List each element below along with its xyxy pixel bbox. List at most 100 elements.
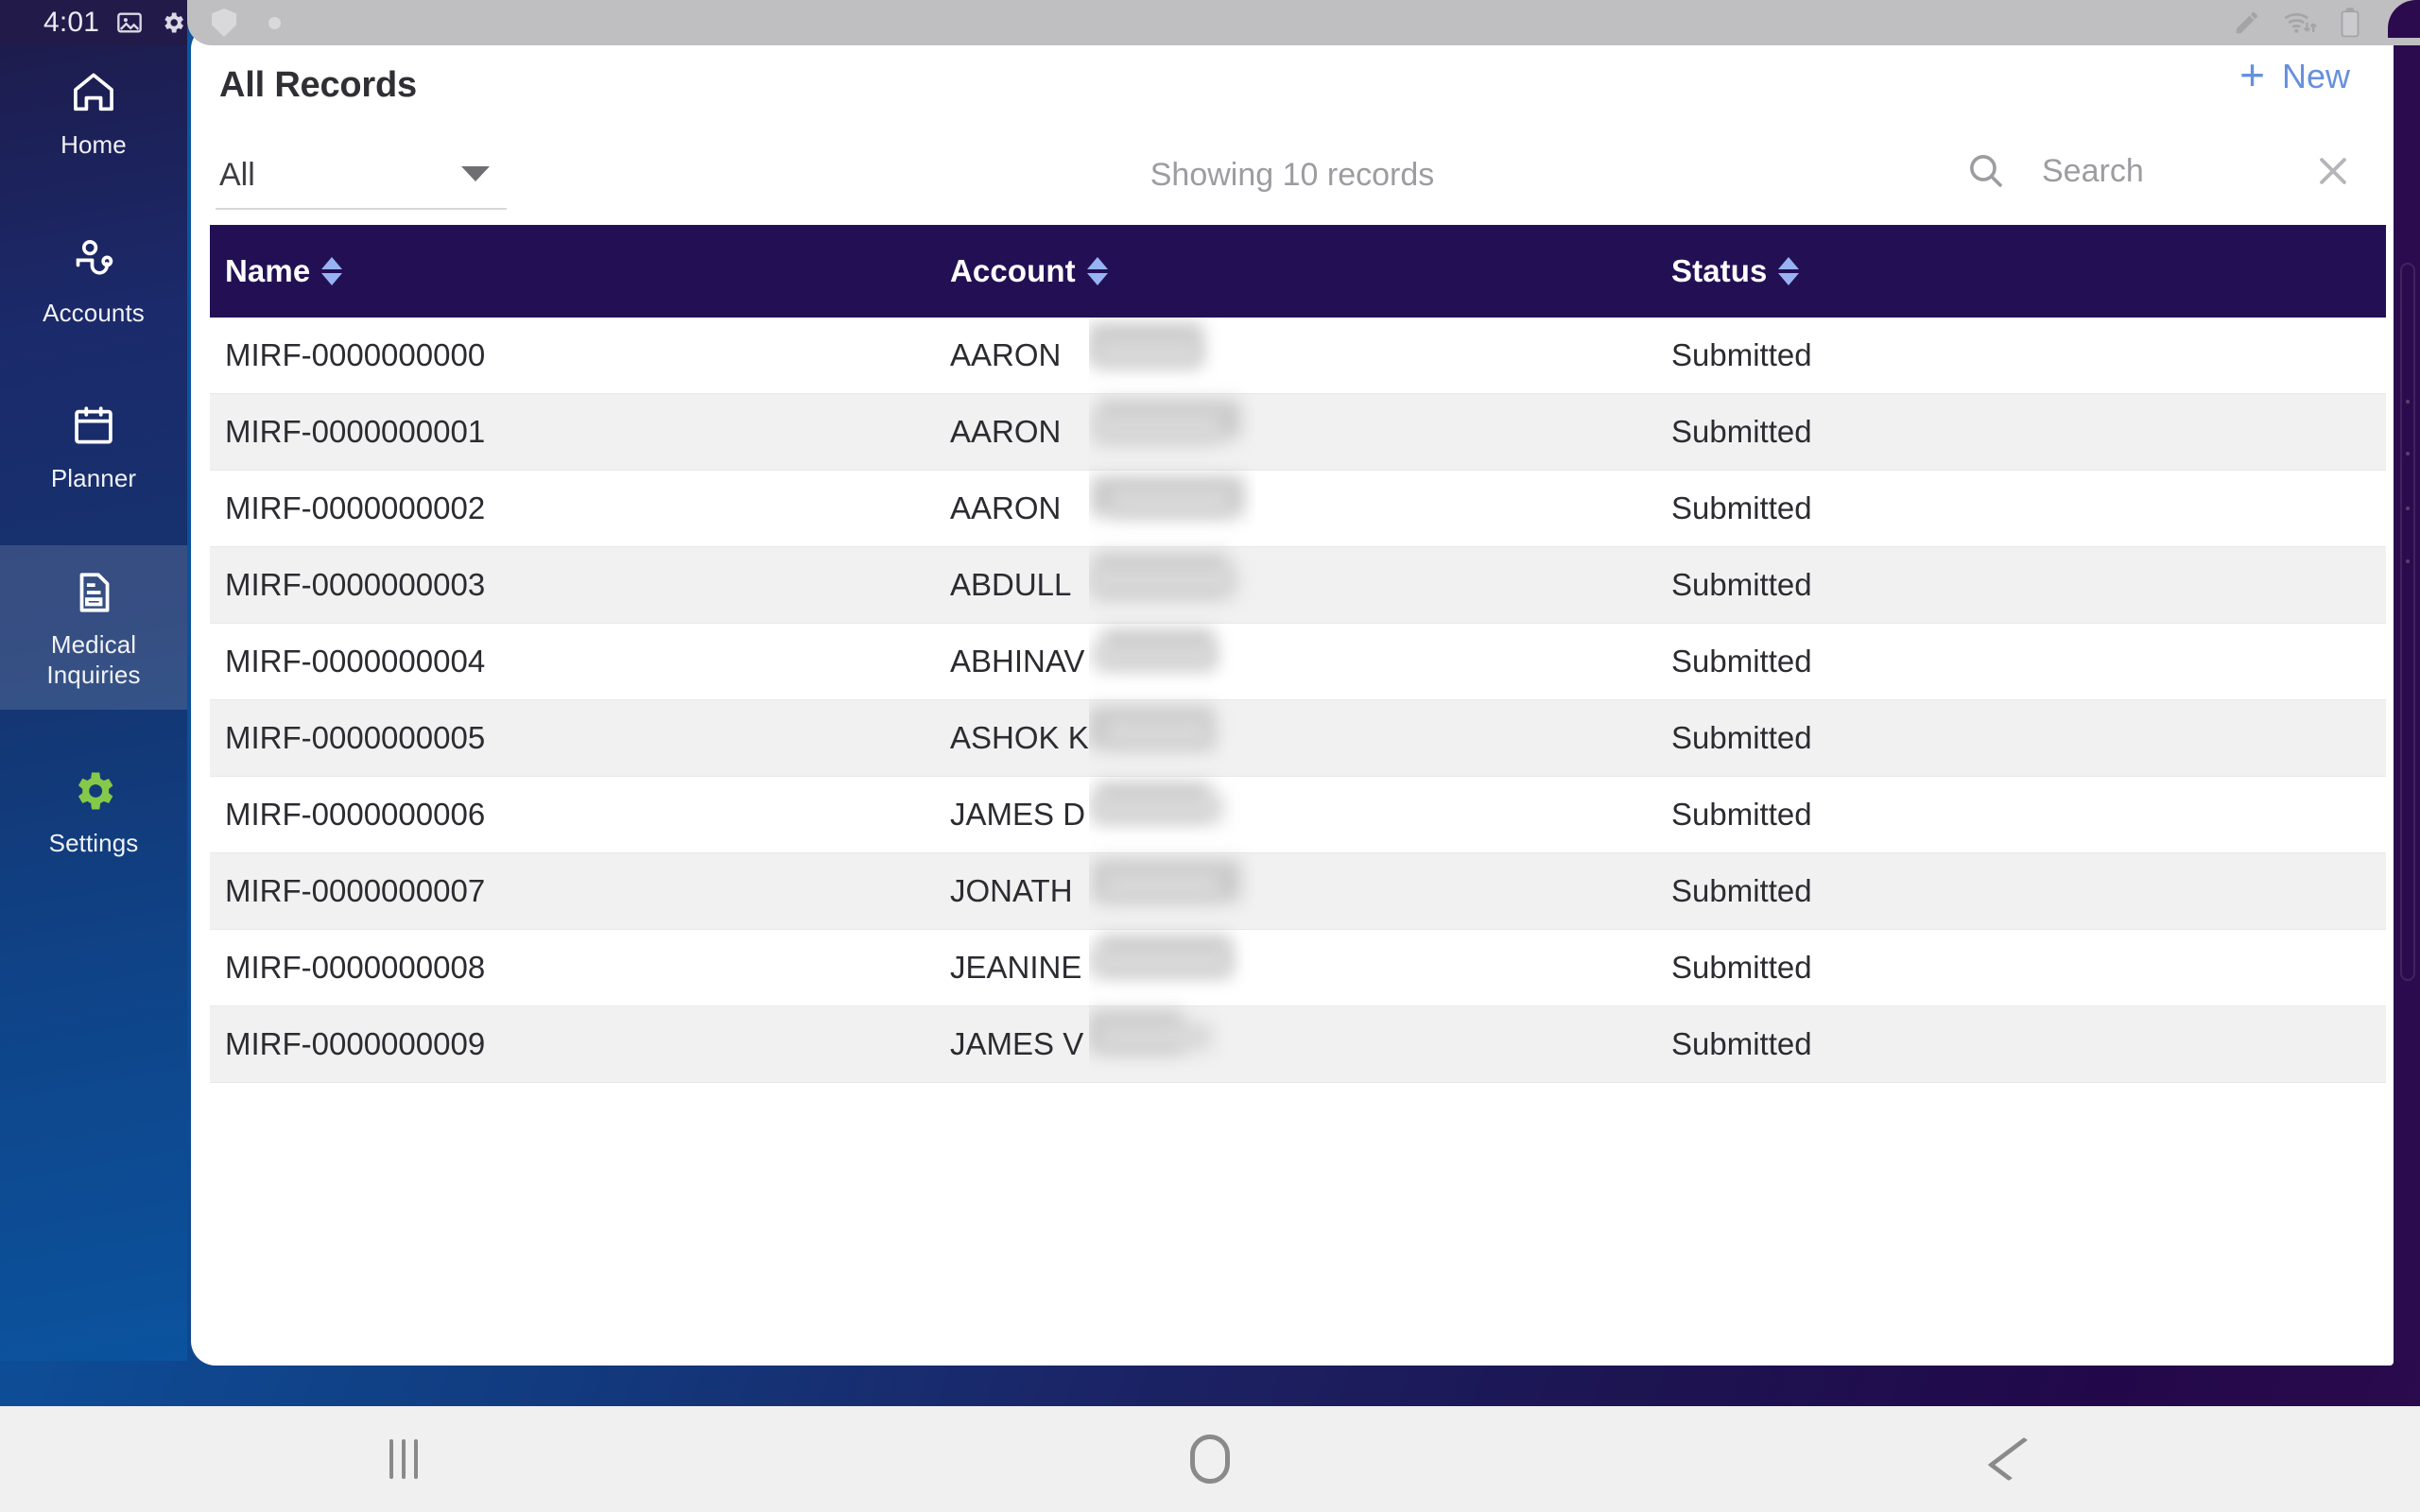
plus-icon: +: [2239, 50, 2265, 99]
toolbar: All Showing 10 records: [191, 136, 2394, 215]
home-icon: [1189, 1435, 1230, 1484]
cell-name: MIRF-0000000009: [225, 1026, 486, 1061]
back-icon: [1987, 1436, 2046, 1482]
search-input[interactable]: [2042, 152, 2278, 190]
cell-name: MIRF-0000000004: [225, 644, 486, 679]
sidebar-item-label-medical-inquiries: Medical Inquiries: [46, 630, 141, 689]
cell-status: Submitted: [1671, 1026, 1812, 1061]
records-card: All Records + New All Showing 10 records: [191, 25, 2394, 1366]
sidebar-item-planner[interactable]: Planner: [0, 379, 187, 513]
cell-account: JAMES D: [950, 797, 1086, 832]
cell-status: Submitted: [1671, 720, 1812, 755]
doctor-icon: [67, 234, 120, 287]
table-header-row: Name Account Status: [210, 225, 2386, 318]
cell-status: Submitted: [1671, 644, 1812, 679]
device-screen: 4:01 Home Accounts Planner Medical Inqui…: [0, 0, 2420, 1512]
cell-account: AARON: [950, 414, 1062, 449]
sidebar: Home Accounts Planner Medical Inquiries …: [0, 45, 187, 1361]
table-row[interactable]: MIRF-0000000007 JONATH Submitted: [210, 853, 2386, 930]
rail-dot-icon: [2406, 400, 2410, 404]
column-header-name-label: Name: [225, 253, 311, 288]
table-row[interactable]: MIRF-0000000008 JEANINE Submitted: [210, 930, 2386, 1006]
pencil-icon: [2233, 9, 2261, 37]
system-navigation-bar: [0, 1406, 2420, 1512]
cell-name: MIRF-0000000002: [225, 490, 486, 525]
cell-status: Submitted: [1671, 873, 1812, 908]
rail-dot-icon: [2406, 559, 2410, 563]
cell-name: MIRF-0000000005: [225, 720, 486, 755]
table-row[interactable]: MIRF-0000000000 AARON Submitted: [210, 318, 2386, 394]
cell-status: Submitted: [1671, 797, 1812, 832]
recents-icon: [389, 1439, 418, 1479]
scrollbar-track[interactable]: [2400, 263, 2415, 981]
status-bar-notch: [187, 0, 2420, 45]
table-row[interactable]: MIRF-0000000002 AARON Submitted: [210, 471, 2386, 547]
new-record-button[interactable]: + New: [2239, 53, 2350, 96]
sort-icon: [321, 257, 343, 285]
card-header: All Records + New: [191, 45, 2394, 125]
battery-icon: [2339, 7, 2361, 39]
new-record-label: New: [2281, 57, 2350, 95]
filter-select[interactable]: All: [216, 142, 507, 210]
table-row[interactable]: MIRF-0000000009 JAMES V Submitted: [210, 1006, 2386, 1083]
column-header-account[interactable]: Account: [950, 253, 1108, 289]
filter-select-value: All: [219, 156, 255, 193]
status-bar: 4:01: [0, 0, 2420, 45]
column-header-status[interactable]: Status: [1671, 253, 1800, 289]
table-row[interactable]: MIRF-0000000006 JAMES D Submitted: [210, 777, 2386, 853]
sidebar-item-settings[interactable]: Settings: [0, 744, 187, 878]
cell-account: ABDULL: [950, 567, 1072, 602]
table-row[interactable]: MIRF-0000000004 ABHINAV Submitted: [210, 624, 2386, 700]
image-icon: [116, 9, 143, 36]
cell-status: Submitted: [1671, 490, 1812, 525]
sidebar-item-label-settings: Settings: [48, 828, 139, 857]
sidebar-item-medical-inquiries[interactable]: Medical Inquiries: [0, 545, 187, 710]
rail-dot-icon: [2406, 507, 2410, 510]
table-body: MIRF-0000000000 AARON Submitted MIRF-000000…: [210, 318, 2386, 1083]
cell-account: AARON: [950, 490, 1062, 525]
dot-indicator-icon: [268, 16, 281, 29]
cell-name: MIRF-0000000001: [225, 414, 486, 449]
column-header-name[interactable]: Name: [225, 253, 343, 289]
home-button[interactable]: [1153, 1406, 1267, 1512]
cell-status: Submitted: [1671, 567, 1812, 602]
chevron-down-icon: [461, 166, 490, 181]
status-bar-left: 4:01: [0, 0, 187, 45]
cell-account: JAMES V: [950, 1026, 1084, 1061]
table-row[interactable]: MIRF-0000000005 ASHOK K Submitted: [210, 700, 2386, 777]
table-row[interactable]: MIRF-0000000001 AARON Submitted: [210, 394, 2386, 471]
calendar-icon: [67, 400, 120, 453]
sidebar-item-label-accounts: Accounts: [43, 298, 145, 327]
cell-name: MIRF-0000000006: [225, 797, 486, 832]
sidebar-item-label-home: Home: [60, 130, 127, 159]
status-bar-corner: [2388, 0, 2420, 45]
table-row[interactable]: MIRF-0000000003 ABDULL Submitted: [210, 547, 2386, 624]
cell-account: JONATH: [950, 873, 1073, 908]
sidebar-item-home[interactable]: Home: [0, 45, 187, 180]
cell-name: MIRF-0000000003: [225, 567, 486, 602]
column-header-account-label: Account: [950, 253, 1076, 288]
status-bar-clock: 4:01: [43, 7, 100, 38]
cell-name: MIRF-0000000008: [225, 950, 486, 985]
home-icon: [67, 66, 120, 119]
search-icon[interactable]: [1964, 149, 2008, 193]
cell-status: Submitted: [1671, 337, 1812, 372]
gear-icon-green: [67, 765, 120, 817]
cell-account: AARON: [950, 337, 1062, 372]
cell-account: JEANINE: [950, 950, 1082, 985]
sort-icon: [1778, 257, 1800, 285]
sidebar-item-label-planner: Planner: [50, 464, 137, 493]
cell-status: Submitted: [1671, 950, 1812, 985]
recents-button[interactable]: [347, 1406, 460, 1512]
sidebar-item-accounts[interactable]: Accounts: [0, 214, 187, 348]
right-rail: [2394, 45, 2420, 1361]
cell-account: ASHOK K: [950, 720, 1089, 755]
close-icon[interactable]: [2312, 150, 2354, 192]
sort-icon: [1086, 257, 1108, 285]
back-button[interactable]: [1960, 1406, 2073, 1512]
page-title: All Records: [219, 64, 417, 105]
